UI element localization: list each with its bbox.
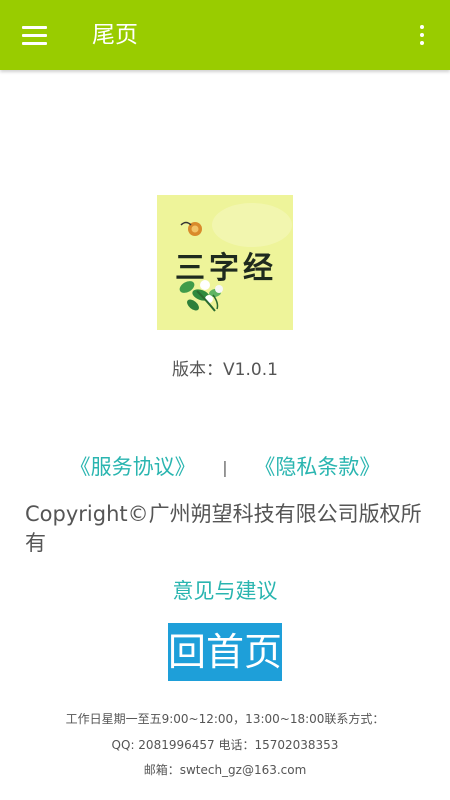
version-text: 版本：V1.0.1: [172, 360, 278, 380]
hamburger-menu-icon[interactable]: [22, 24, 48, 46]
legal-links: 《服务协议》 | 《隐私条款》: [0, 452, 450, 482]
home-button[interactable]: 回首页: [168, 623, 282, 681]
app-logo: 三字经: [157, 195, 293, 330]
page-title: 尾页: [92, 22, 138, 48]
footer-contact: QQ: 2081996457 电话：15702038353: [111, 738, 339, 752]
copyright-text: Copyright©广州朔望科技有限公司版权所有: [25, 502, 422, 555]
footer-hours: 工作日星期一至五9:00~12:00，13:00~18:00联系方式：: [65, 712, 385, 726]
more-vert-icon[interactable]: [414, 23, 430, 49]
logo-text: 三字经: [175, 251, 277, 286]
app-bar: 尾页: [0, 0, 450, 70]
service-agreement-link[interactable]: 《服务协议》: [70, 452, 196, 482]
footer-email: 邮箱：swtech_gz@163.com: [143, 763, 307, 777]
feedback-link[interactable]: 意见与建议: [0, 576, 450, 606]
privacy-policy-link[interactable]: 《隐私条款》: [254, 452, 380, 482]
link-separator: |: [222, 458, 228, 477]
